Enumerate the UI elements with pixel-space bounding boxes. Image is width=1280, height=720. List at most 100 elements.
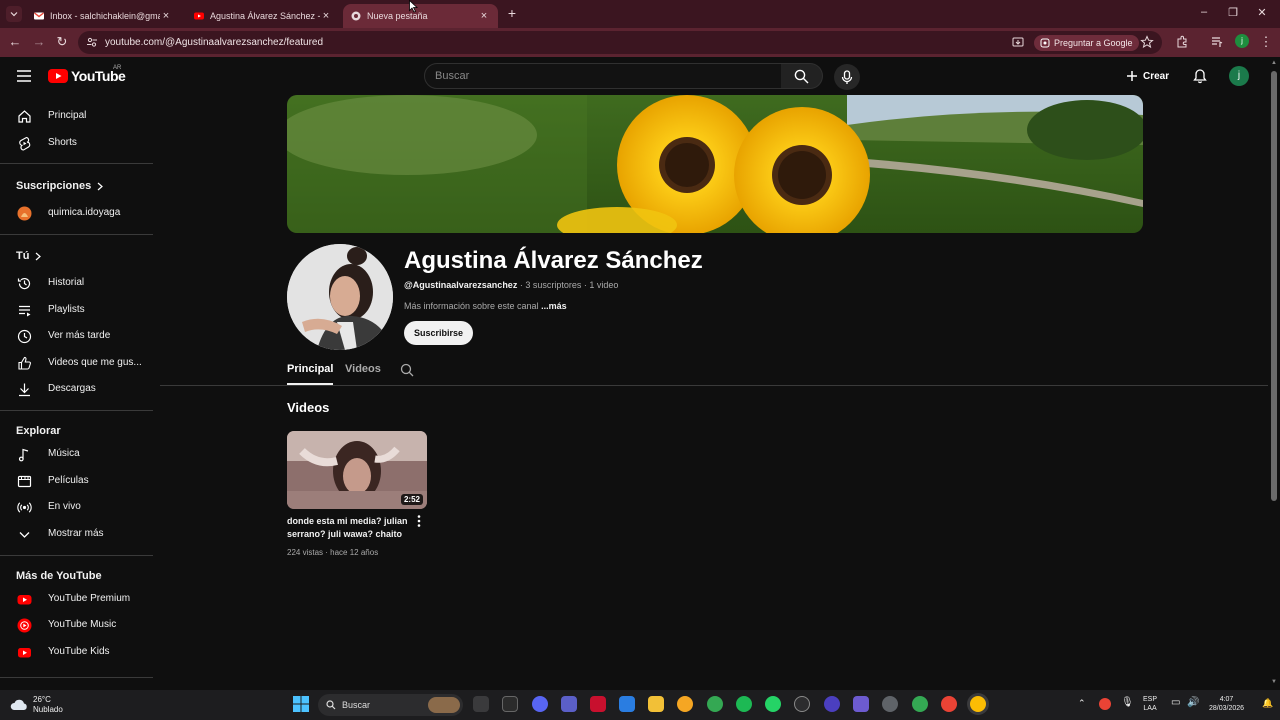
channel-description[interactable]: Más información sobre este canal ...más — [404, 301, 567, 311]
tab-search-button[interactable] — [6, 6, 22, 22]
new-tab-button[interactable]: + — [505, 6, 519, 21]
site-info-icon[interactable] — [86, 36, 98, 48]
sidebar-item-live[interactable]: En vivo — [0, 494, 160, 520]
minimize-button[interactable]: – — [1197, 6, 1211, 20]
bookmark-star-icon[interactable] — [1140, 35, 1154, 49]
sidebar-item-shorts[interactable]: Shorts — [0, 130, 160, 156]
channel-search-icon[interactable] — [400, 363, 414, 377]
reload-button[interactable]: ↻ — [55, 35, 69, 49]
tab-principal[interactable]: Principal — [287, 363, 334, 385]
sidebar-item-label: Descargas — [48, 383, 96, 394]
video-thumbnail[interactable]: 2:52 — [287, 431, 427, 509]
temperature: 26°C — [33, 695, 51, 704]
sidebar-item-downloads[interactable]: Descargas — [0, 376, 160, 402]
search-button[interactable] — [781, 63, 823, 89]
country-code: AR — [113, 65, 122, 71]
extensions-icon[interactable] — [1175, 35, 1189, 49]
sidebar-item-youtube-premium[interactable]: YouTube Premium — [0, 586, 160, 612]
you-heading[interactable]: Tú — [16, 250, 42, 262]
media-controls-icon[interactable] — [1210, 35, 1224, 49]
app-purple-icon[interactable] — [824, 696, 840, 712]
spotify-icon[interactable] — [736, 696, 752, 712]
app-orange-icon[interactable] — [677, 696, 693, 712]
chrome-active-icon[interactable] — [970, 696, 986, 712]
sidebar-item-playlists[interactable]: Playlists — [0, 297, 160, 323]
sidebar-item-music[interactable]: Música — [0, 441, 160, 467]
close-icon[interactable]: × — [478, 10, 490, 22]
subscriptions-heading-label: Suscripciones — [16, 180, 92, 192]
more-options-icon[interactable] — [413, 514, 425, 528]
tab-videos[interactable]: Videos — [345, 363, 381, 385]
sidebar-item-youtube-kids[interactable]: YouTube Kids — [0, 639, 160, 665]
sidebar-item-show-more[interactable]: Mostrar más — [0, 521, 160, 547]
forward-button[interactable]: → — [32, 35, 46, 49]
tray-overflow-icon[interactable]: ⌃ — [1078, 699, 1086, 708]
page-scrollbar[interactable]: ▲ ▼ — [1268, 57, 1280, 690]
app-circle-icon[interactable] — [794, 696, 810, 712]
clock[interactable]: 4:07 28/03/2026 — [1209, 695, 1244, 713]
whatsapp-icon[interactable] — [765, 696, 781, 712]
browser-tab-youtube[interactable]: Agustina Álvarez Sánchez - You × — [186, 4, 340, 28]
sidebar-item-watch-later[interactable]: Ver más tarde — [0, 323, 160, 349]
epic-games-icon[interactable] — [502, 696, 518, 712]
subscriptions-heading[interactable]: Suscripciones — [16, 180, 104, 192]
chrome-icon[interactable] — [707, 696, 723, 712]
browser-tab-gmail[interactable]: Inbox - salchichaklein@gmail.co × — [26, 4, 180, 28]
scrollbar-thumb[interactable] — [1271, 71, 1277, 501]
scroll-down-arrow[interactable]: ▼ — [1270, 679, 1278, 685]
sidebar-item-movies[interactable]: Películas — [0, 468, 160, 494]
back-button[interactable]: ← — [8, 35, 22, 49]
close-icon[interactable]: × — [320, 10, 332, 22]
task-view-icon[interactable] — [473, 696, 489, 712]
notification-center-icon[interactable]: 🔔 — [1262, 699, 1273, 708]
chrome-profile-icon[interactable] — [912, 696, 928, 712]
discord-icon[interactable] — [532, 696, 548, 712]
voice-search-button[interactable] — [834, 64, 860, 90]
tray-app-icon[interactable] — [1099, 698, 1111, 710]
browser-tab-new[interactable]: Nueva pestaña × — [343, 4, 498, 28]
search-input[interactable]: Buscar — [424, 63, 782, 89]
address-bar[interactable]: youtube.com/@Agustinaalvarezsanchez/feat… — [78, 31, 1162, 54]
chevron-right-icon — [97, 182, 104, 190]
youtube-logo[interactable]: YouTube AR — [48, 65, 126, 84]
tray-mic-icon[interactable]: 🎙 — [1121, 698, 1134, 708]
more-link[interactable]: ...más — [541, 301, 567, 311]
close-window-button[interactable]: ✕ — [1255, 6, 1269, 20]
sidebar-item-principal[interactable]: Principal — [0, 103, 160, 129]
sidebar-item-subscription[interactable]: quimica.idoyaga — [0, 200, 160, 226]
video-meta: 224 vistas · hace 12 años — [287, 548, 378, 557]
teams-icon[interactable] — [561, 696, 577, 712]
create-button[interactable]: Crear — [1126, 65, 1169, 87]
sidebar-item-historial[interactable]: Historial — [0, 270, 160, 296]
taskbar-search[interactable]: Buscar — [318, 694, 463, 716]
channel-avatar[interactable] — [287, 244, 393, 350]
settings-gear-icon[interactable] — [882, 696, 898, 712]
close-icon[interactable]: × — [160, 10, 172, 22]
app-red-icon[interactable] — [590, 696, 606, 712]
network-icon[interactable]: ▭ — [1171, 698, 1180, 708]
sidebar-item-youtube-music[interactable]: YouTube Music — [0, 612, 160, 638]
ask-google-button[interactable]: Preguntar a Google — [1034, 35, 1139, 51]
sidebar-item-liked-videos[interactable]: Videos que me gus... — [0, 350, 160, 376]
windows-start-icon[interactable] — [293, 696, 309, 712]
account-avatar[interactable]: j — [1229, 66, 1249, 86]
install-app-icon[interactable] — [1011, 35, 1025, 49]
hamburger-menu-icon[interactable] — [16, 69, 32, 83]
chrome-profile-2-icon[interactable] — [941, 696, 957, 712]
watch-later-icon — [17, 329, 32, 344]
notifications-bell-icon[interactable] — [1192, 68, 1208, 84]
app-violet-icon[interactable] — [853, 696, 869, 712]
restore-button[interactable]: ❐ — [1226, 6, 1240, 20]
youtube-logo-icon — [48, 69, 68, 83]
video-title[interactable]: donde esta mi media? julian serrano? jul… — [287, 515, 412, 541]
volume-icon[interactable]: 🔊 — [1187, 698, 1199, 708]
sidebar-divider — [0, 677, 153, 678]
subscribe-button[interactable]: Suscribirse — [404, 321, 473, 345]
microsoft-store-icon[interactable] — [619, 696, 635, 712]
scroll-up-arrow[interactable]: ▲ — [1270, 60, 1278, 66]
browser-menu-icon[interactable]: ⋮ — [1259, 35, 1273, 49]
browser-profile-avatar[interactable]: j — [1235, 34, 1249, 48]
file-explorer-icon[interactable] — [648, 696, 664, 712]
weather-widget[interactable]: 26°C Nublado — [10, 695, 63, 715]
language-indicator[interactable]: ESP LAA — [1143, 695, 1157, 713]
